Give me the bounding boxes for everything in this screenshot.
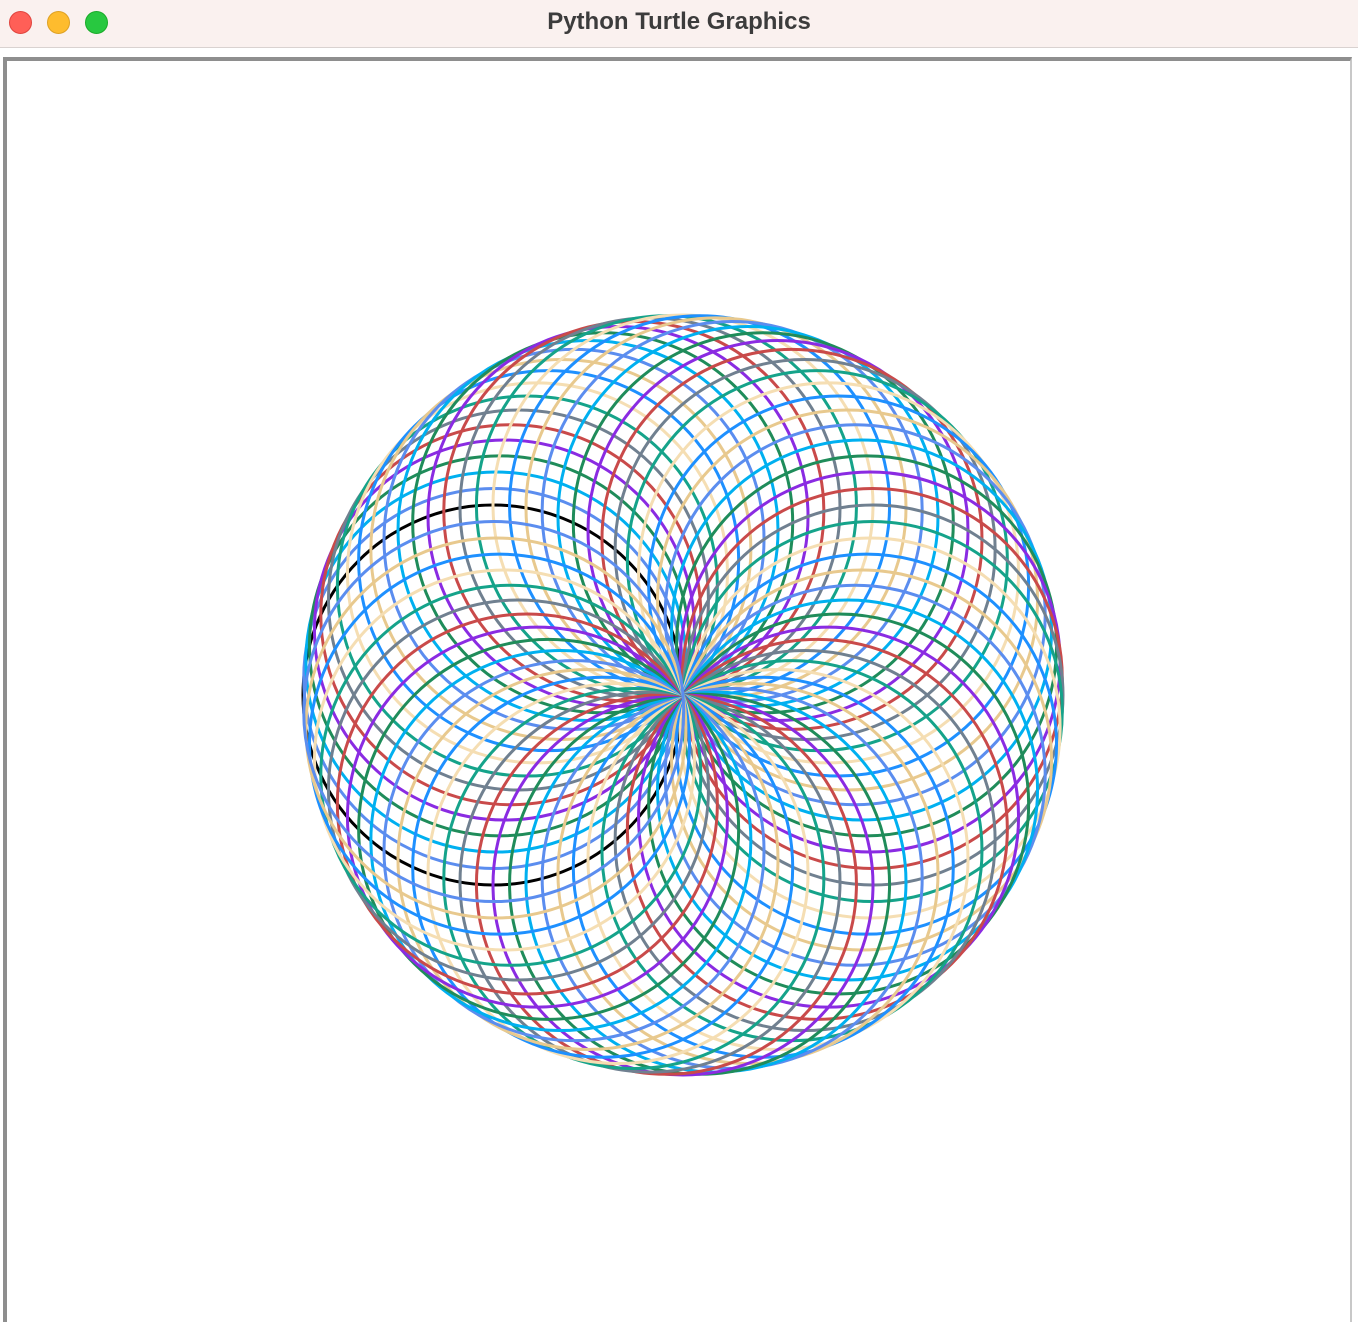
window-title: Python Turtle Graphics <box>547 8 811 35</box>
turtle-canvas[interactable] <box>3 57 1352 1322</box>
turtle-window: Python Turtle Graphics <box>0 0 1358 1322</box>
title-bar[interactable]: Python Turtle Graphics <box>0 0 1358 48</box>
spirograph-drawing <box>301 313 1065 1077</box>
